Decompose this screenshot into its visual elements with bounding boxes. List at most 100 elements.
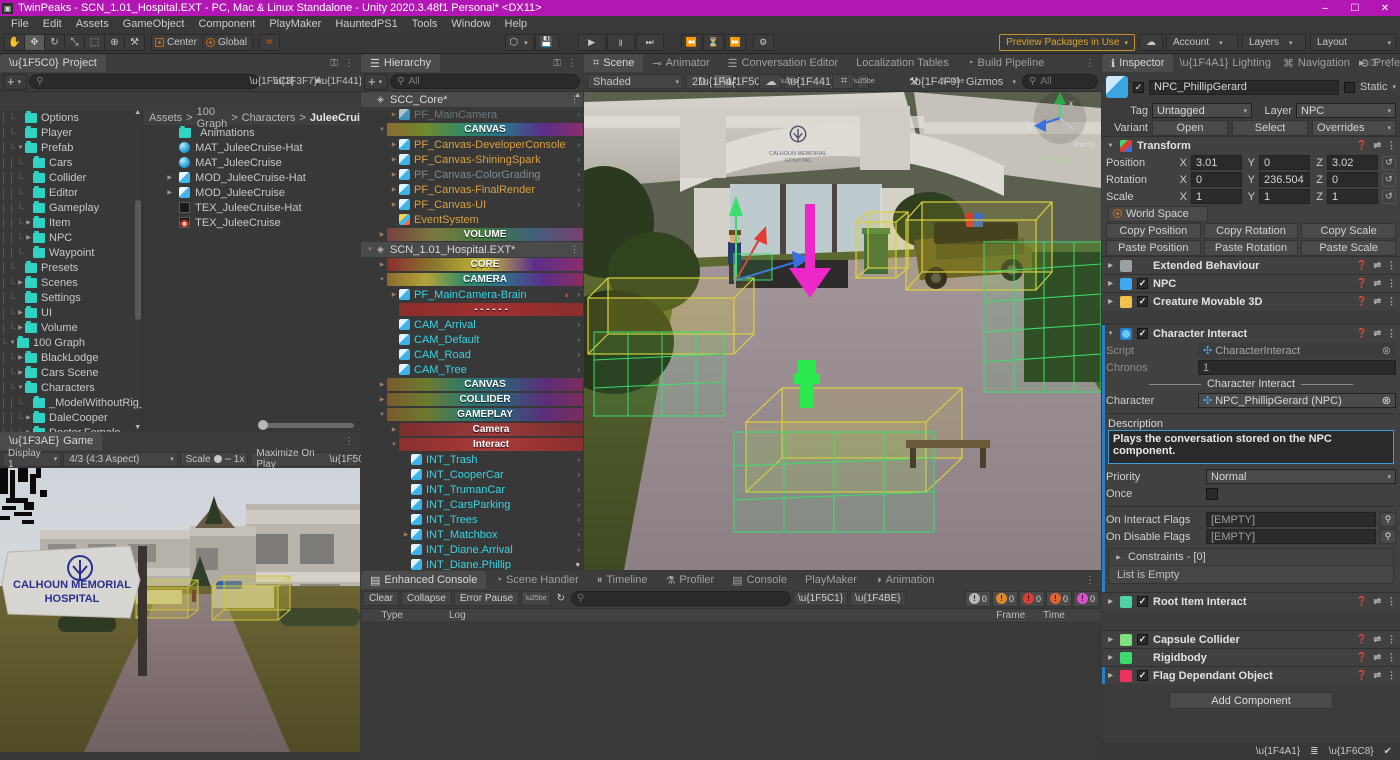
menu-item-tools[interactable]: Tools bbox=[405, 16, 445, 32]
prefab-open-chevron-icon[interactable]: › bbox=[577, 350, 580, 359]
copy-rotation-button[interactable]: Copy Rotation bbox=[1203, 222, 1299, 239]
expand-arrow-icon[interactable]: ▶ bbox=[1106, 280, 1115, 287]
menu-item-gameobject[interactable]: GameObject bbox=[116, 16, 192, 32]
no-lighting-icon[interactable]: \u{1F4A1} bbox=[1256, 746, 1300, 757]
transform-tool-icon[interactable]: ⊕ bbox=[104, 34, 125, 51]
project-folder-tree[interactable]: │ └ Options │ └ Player │ └ ▼ Prefab │ │ └ Cars │ │ └ Coll… bbox=[0, 110, 143, 432]
tab-build-pipeline[interactable]: ◔ Build Pipeline bbox=[957, 54, 1054, 72]
position-y-field[interactable]: 0 bbox=[1259, 155, 1310, 170]
asset-expand-arrow[interactable]: ▶ bbox=[165, 189, 174, 196]
anim-next-button[interactable]: ⏩ bbox=[724, 34, 746, 51]
collapse-arrow-icon[interactable]: ▼ bbox=[1106, 331, 1115, 337]
scale-tool-icon[interactable]: ⤡ bbox=[64, 34, 85, 51]
pivot-mode-button[interactable]: Center bbox=[151, 34, 204, 51]
tree-expand-arrow[interactable]: ▶ bbox=[16, 309, 25, 316]
mute-audio-icon[interactable]: \u{1F507} bbox=[329, 451, 373, 467]
prefab-select-button[interactable]: Select bbox=[1232, 119, 1308, 136]
hierarchy-expand-arrow[interactable]: ▼ bbox=[377, 277, 387, 283]
help-icon[interactable]: ❓ bbox=[1356, 328, 1367, 339]
copy-scale-button[interactable]: Copy Scale bbox=[1301, 222, 1397, 239]
asset-row[interactable]: ▶ MOD_JuleeCruise-Hat bbox=[143, 170, 360, 185]
project-tree-item[interactable]: │ │ └ ▶ NPC bbox=[0, 230, 142, 245]
hierarchy-expand-arrow[interactable]: ▶ bbox=[389, 186, 399, 193]
prefab-open-chevron-icon[interactable]: › bbox=[577, 365, 580, 374]
component-menu-icon[interactable]: ⋮ bbox=[1387, 596, 1396, 607]
asset-list-scrollbar[interactable] bbox=[145, 420, 358, 430]
project-search-input[interactable]: ⚲ bbox=[29, 74, 259, 89]
hierarchy-item-row[interactable]: INT_Trash › bbox=[361, 452, 583, 467]
prefab-open-button[interactable]: Open bbox=[1152, 119, 1228, 136]
cloud-icon[interactable]: ☁ bbox=[1139, 34, 1163, 51]
prefab-open-chevron-icon[interactable]: › bbox=[577, 545, 580, 554]
tree-expand-arrow[interactable]: ▶ bbox=[24, 219, 33, 226]
chronos-field[interactable]: 1 bbox=[1198, 360, 1396, 375]
tree-expand-arrow[interactable]: ▼ bbox=[16, 385, 25, 391]
add-component-button[interactable]: Add Component bbox=[1169, 692, 1333, 709]
rotation-z-field[interactable]: 0 bbox=[1327, 172, 1378, 187]
transform-header[interactable]: ▼ Transform ❓ ⇌ ⋮ bbox=[1102, 137, 1400, 154]
preset-icon[interactable]: ⇌ bbox=[1373, 634, 1381, 645]
error-pause-dropdown[interactable]: \u25be bbox=[521, 591, 551, 606]
snap-increment-icon[interactable]: ⌗ bbox=[258, 34, 280, 51]
help-icon[interactable]: ❓ bbox=[1356, 278, 1367, 289]
hierarchy-search-input[interactable]: ⚲ All bbox=[390, 74, 580, 89]
component-header[interactable]: ▶ ✓ Root Item Interact ❓ ⇌ ⋮ bbox=[1102, 593, 1400, 610]
tab-localization-tables[interactable]: Localization Tables bbox=[847, 54, 958, 72]
hierarchy-group-row[interactable]: ▼ GAMEPLAY bbox=[361, 407, 583, 422]
tab-overflow-icon[interactable]: ▶ bbox=[1359, 59, 1364, 67]
project-tree-item[interactable]: │ │ └ ▶ DaleCooper bbox=[0, 410, 142, 425]
breadcrumb-characters[interactable]: Characters bbox=[242, 112, 296, 124]
close-button[interactable]: ✕ bbox=[1370, 0, 1400, 16]
project-tree-item[interactable]: │ │ └ ▶ Item bbox=[0, 215, 142, 230]
tab-profiler[interactable]: ⚗ Profiler bbox=[656, 571, 724, 589]
object-enabled-checkbox[interactable]: ✓ bbox=[1133, 81, 1144, 93]
project-tree-item[interactable]: │ │ └ Gameplay bbox=[0, 200, 142, 215]
aspect-dropdown[interactable]: 4/3 (4:3 Aspect) ▾ bbox=[63, 451, 178, 467]
component-menu-icon[interactable]: ⋮ bbox=[1387, 278, 1396, 289]
tab-inspector[interactable]: ℹ Inspector bbox=[1102, 54, 1174, 72]
menu-item-playmaker[interactable]: PlayMaker bbox=[262, 16, 328, 32]
tree-expand-arrow[interactable]: ▶ bbox=[16, 324, 25, 331]
tree-expand-arrow[interactable]: ▶ bbox=[16, 354, 25, 361]
reset-scale-icon[interactable]: ↺ bbox=[1382, 189, 1396, 204]
hierarchy-expand-arrow[interactable]: ▶ bbox=[377, 231, 387, 238]
expand-arrow-icon[interactable]: ▶ bbox=[1106, 636, 1115, 643]
panel-menu-icon[interactable]: ⋮ bbox=[1384, 58, 1394, 69]
priority-dropdown[interactable]: Normal ▾ bbox=[1206, 469, 1396, 484]
hierarchy-tree[interactable]: ◈ SCC_Core* ⋮ ▶ PF_MainCamera › ▼ CANVAS ▶ PF_Can… bbox=[361, 92, 583, 570]
menu-item-help[interactable]: Help bbox=[498, 16, 535, 32]
slider-knob[interactable] bbox=[213, 455, 222, 463]
menu-item-file[interactable]: File bbox=[4, 16, 36, 32]
on-interact-flags-field[interactable]: [EMPTY] bbox=[1206, 512, 1376, 527]
project-tree-item[interactable]: │ └ Options bbox=[0, 110, 142, 125]
prefab-open-chevron-icon[interactable]: › bbox=[577, 470, 580, 479]
hierarchy-expand-arrow[interactable]: ▼ bbox=[377, 127, 387, 133]
breadcrumb-current[interactable]: JuleeCrui bbox=[310, 112, 360, 124]
scene-search-input[interactable]: ⚲ All bbox=[1022, 74, 1098, 89]
character-interact-enabled-checkbox[interactable]: ✓ bbox=[1137, 328, 1148, 339]
hierarchy-group-row[interactable]: ▼ CANVAS bbox=[361, 122, 583, 137]
hierarchy-item-row[interactable]: EventSystem bbox=[361, 212, 583, 227]
grid-dropdown[interactable]: \u25be bbox=[853, 74, 875, 89]
prefab-open-chevron-icon[interactable]: › bbox=[577, 290, 580, 299]
hierarchy-expand-arrow[interactable]: ▶ bbox=[377, 261, 387, 268]
description-textarea[interactable]: Plays the conversation stored on the NPC… bbox=[1108, 430, 1394, 464]
console-search-input[interactable]: ⚲ bbox=[571, 591, 791, 606]
preset-icon[interactable]: ⇌ bbox=[1373, 140, 1381, 151]
hierarchy-item-row[interactable]: INT_TrumanCar › bbox=[361, 482, 583, 497]
hierarchy-item-row[interactable]: INT_CooperCar › bbox=[361, 467, 583, 482]
component-enabled-checkbox[interactable]: ✓ bbox=[1137, 634, 1148, 645]
project-tree-item[interactable]: │ └ ▶ BlackLodge bbox=[0, 350, 142, 365]
maximize-button[interactable]: ☐ bbox=[1340, 0, 1370, 16]
console-log-list[interactable] bbox=[361, 624, 1101, 760]
no-visibility-icon[interactable]: \u{1F6C8} bbox=[1329, 746, 1374, 757]
scroll-up-arrow-icon[interactable]: ▲ bbox=[574, 92, 581, 99]
static-checkbox[interactable] bbox=[1343, 81, 1355, 93]
panel-menu-icon[interactable]: ⋮ bbox=[344, 58, 354, 69]
component-menu-icon[interactable]: ⋮ bbox=[1387, 140, 1396, 151]
gizmos-button[interactable]: Gizmos ▾ bbox=[961, 74, 1019, 89]
tab-conversation-editor[interactable]: ☰ Conversation Editor bbox=[718, 54, 848, 72]
tab-animator[interactable]: ⊸ Animator bbox=[643, 54, 719, 72]
project-tree-item[interactable]: │ │ └ Cars bbox=[0, 155, 142, 170]
copy-position-button[interactable]: Copy Position bbox=[1106, 222, 1201, 239]
